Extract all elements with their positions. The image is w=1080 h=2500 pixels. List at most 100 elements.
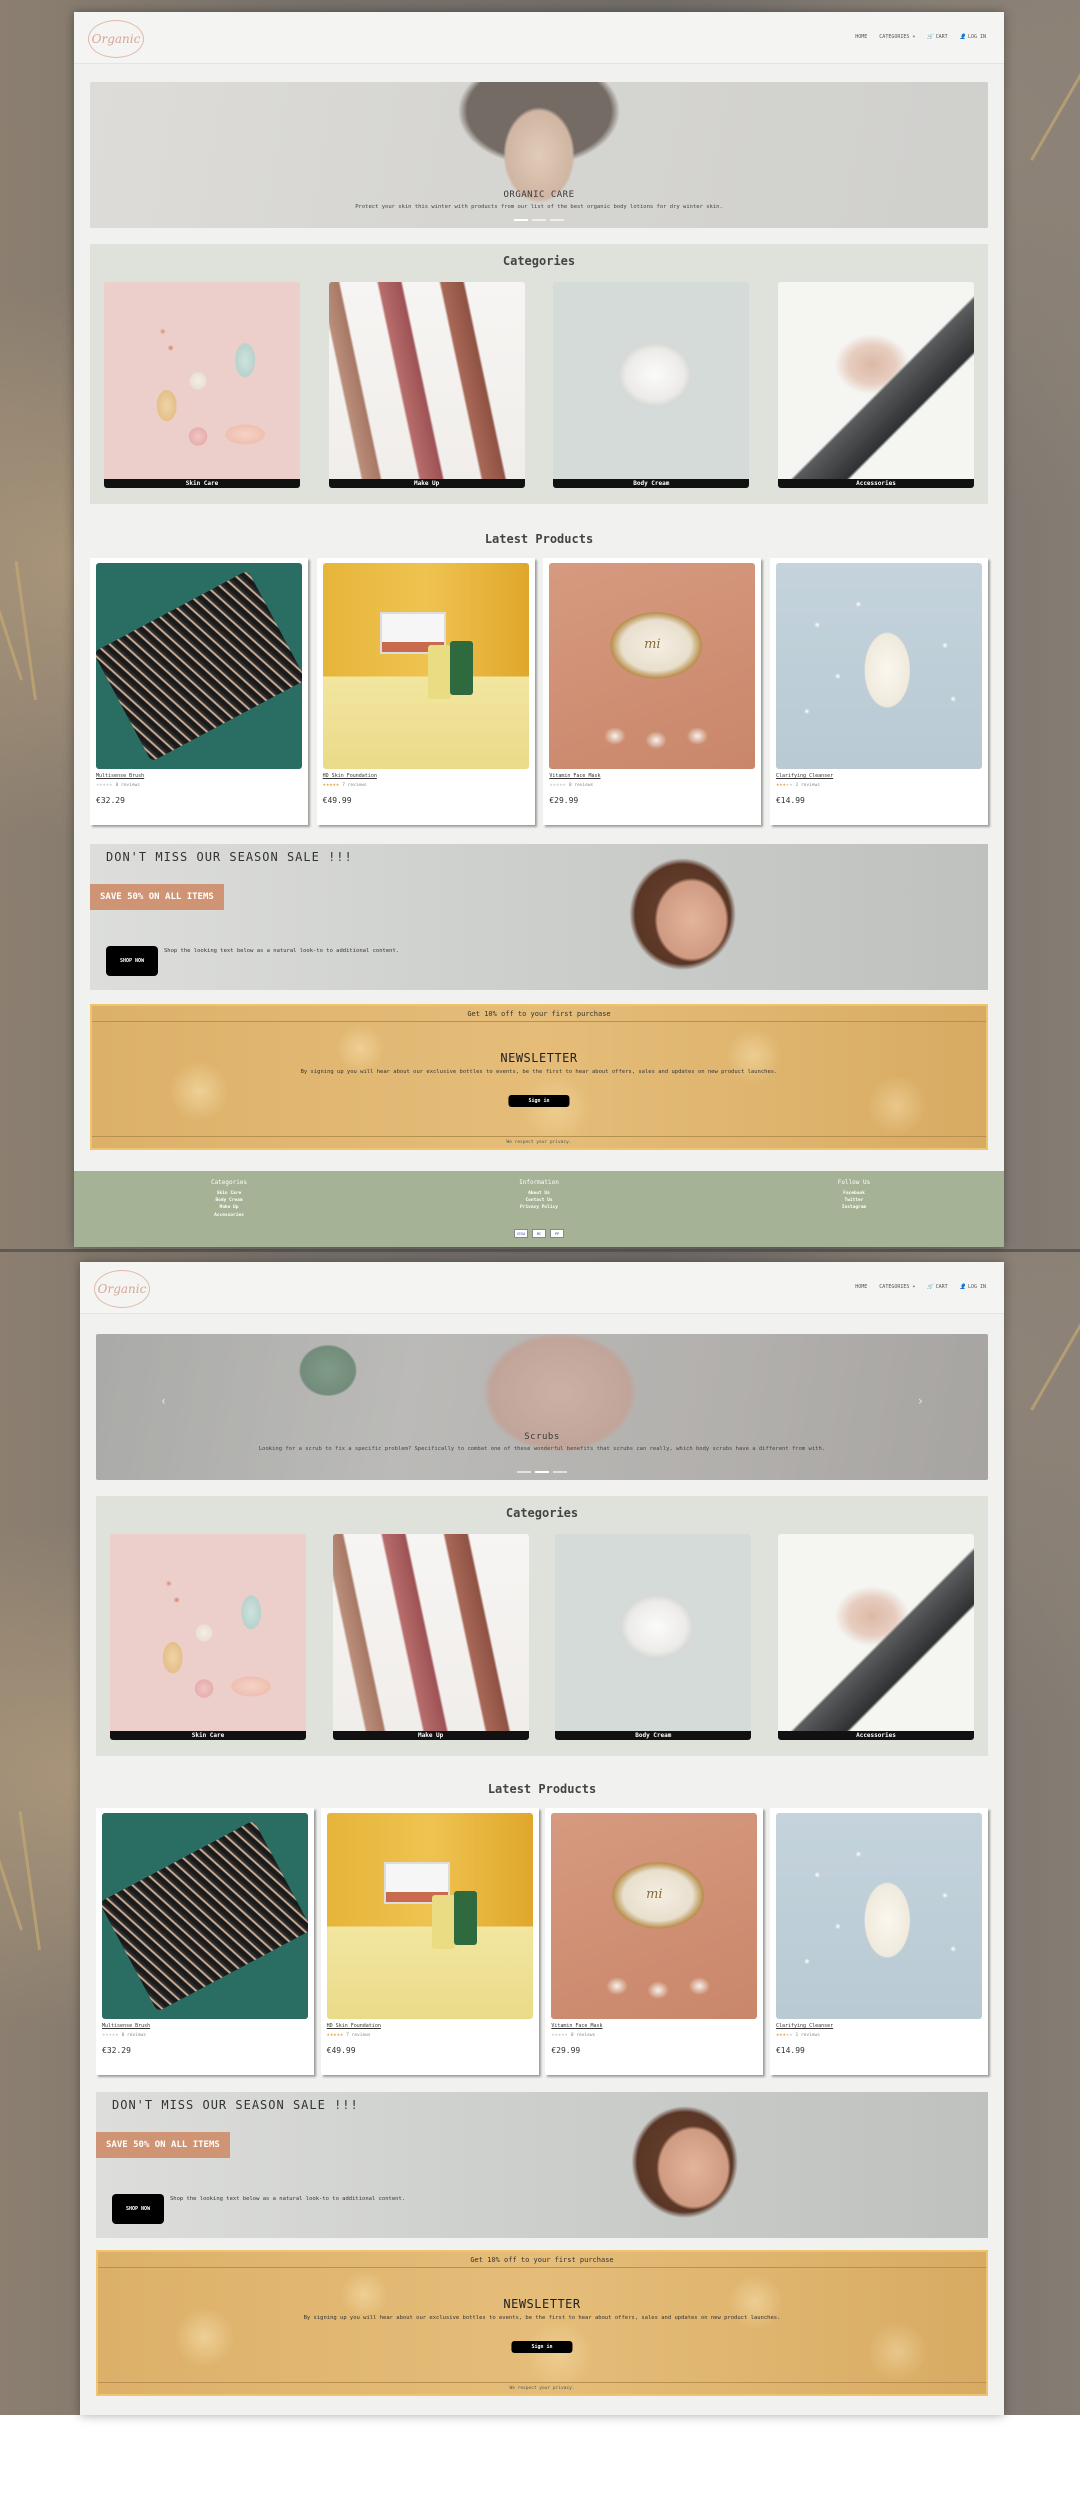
- nav-login[interactable]: 👤 LOG IN: [960, 34, 986, 40]
- product-image[interactable]: [775, 1813, 982, 2019]
- star-icons: ★★★★★: [775, 782, 793, 788]
- category-card-skin-care[interactable]: Skin Care: [104, 282, 300, 488]
- footer-link[interactable]: Accessories: [159, 1212, 299, 1219]
- user-icon: 👤: [959, 34, 966, 40]
- product-name[interactable]: Vitamin Face Mask: [549, 773, 600, 779]
- hero-carousel[interactable]: ‹ › Scrubs Looking for a scrub to fix a …: [96, 1334, 988, 1480]
- bottom-white-area: [0, 2415, 1080, 2500]
- product-card[interactable]: Clarifying Cleanser ★★★★★ 1 reviews €14.9…: [769, 558, 988, 825]
- footer-link[interactable]: Twitter: [784, 1197, 924, 1204]
- nav-categories[interactable]: CATEGORIES ▾: [879, 34, 915, 40]
- category-label: Body Cream: [553, 479, 750, 488]
- category-card-body-cream[interactable]: Body Cream: [553, 282, 750, 488]
- sign-in-button[interactable]: Sign in: [508, 1095, 570, 1107]
- carousel-prev-icon[interactable]: ‹: [160, 1394, 167, 1408]
- category-label: Skin Care: [110, 1731, 306, 1740]
- star-icons: ★★★★★: [102, 2032, 119, 2038]
- product-price: €32.29: [96, 796, 125, 805]
- category-card-accessories[interactable]: Accessories: [777, 282, 974, 488]
- product-image[interactable]: [326, 1813, 533, 2019]
- product-name[interactable]: Multisense Brush: [96, 773, 144, 779]
- shop-now-button[interactable]: SHOP NOW: [112, 2194, 165, 2224]
- category-card-make-up[interactable]: Make Up: [332, 1534, 529, 1740]
- mastercard-icon: MC: [532, 1229, 546, 1238]
- newsletter-text: By signing up you will hear about our ex…: [300, 1069, 778, 1075]
- product-image[interactable]: mi: [551, 1813, 758, 2019]
- product-name[interactable]: Clarifying Cleanser: [776, 2023, 833, 2029]
- product-card[interactable]: mi Vitamin Face Mask ★★★★★ 0 reviews €29.…: [545, 1808, 764, 2075]
- product-price: €32.29: [102, 2046, 131, 2055]
- footer-link[interactable]: About Us: [469, 1190, 609, 1197]
- category-card-make-up[interactable]: Make Up: [328, 282, 525, 488]
- product-name[interactable]: HD Skin Foundation: [327, 2023, 381, 2029]
- product-card[interactable]: mi Vitamin Face Mask ★★★★★ 0 reviews €29.…: [543, 558, 762, 825]
- category-card-skin-care[interactable]: Skin Care: [110, 1534, 306, 1740]
- footer-link[interactable]: Contact Us: [469, 1197, 609, 1204]
- carousel-dot[interactable]: [553, 1471, 567, 1473]
- nav-categories[interactable]: CATEGORIES ▾: [879, 1284, 915, 1290]
- visa-icon: VISA: [514, 1229, 528, 1238]
- categories-grid: Skin Care Make Up Body Cream Accessories: [104, 282, 974, 488]
- product-rating: ★★★★★ 0 reviews: [96, 782, 140, 788]
- product-card[interactable]: HD Skin Foundation ★★★★★ 7 reviews €49.99: [320, 1808, 539, 2075]
- product-card[interactable]: HD Skin Foundation ★★★★★ 7 reviews €49.99: [316, 558, 535, 825]
- product-name[interactable]: Clarifying Cleanser: [776, 773, 833, 779]
- product-image[interactable]: [322, 563, 529, 769]
- carousel-dot[interactable]: [517, 1471, 531, 1473]
- footer-link[interactable]: Body Cream: [159, 1197, 299, 1204]
- footer-link[interactable]: Skin Care: [159, 1190, 299, 1197]
- carousel-dot[interactable]: [550, 219, 564, 221]
- footer-link[interactable]: Make Up: [159, 1204, 299, 1211]
- product-card[interactable]: Multisense Brush ★★★★★ 0 reviews €32.29: [90, 558, 308, 825]
- product-name[interactable]: Multisense Brush: [102, 2023, 150, 2029]
- product-image[interactable]: [102, 1813, 308, 2019]
- products-grid: Multisense Brush ★★★★★ 0 reviews €32.29 H…: [96, 1808, 988, 2075]
- hero-title: Scrubs: [524, 1432, 560, 1442]
- footer-link[interactable]: Privacy Policy: [469, 1204, 609, 1211]
- categories-section: Categories Skin Care Make Up Body Cream …: [96, 1496, 988, 1756]
- carousel-dot[interactable]: [535, 1471, 549, 1473]
- star-icons: ★★★★★: [96, 782, 113, 788]
- sign-in-button[interactable]: Sign in: [511, 2341, 573, 2353]
- site-logo[interactable]: Organic: [88, 20, 144, 58]
- nav-login[interactable]: 👤 LOG IN: [960, 1284, 986, 1290]
- sale-text: Shop the looking text below as a natural…: [164, 948, 400, 954]
- product-image[interactable]: [96, 563, 302, 769]
- product-card[interactable]: Clarifying Cleanser ★★★★★ 1 reviews €14.9…: [769, 1808, 988, 2075]
- product-image[interactable]: [775, 563, 982, 769]
- shop-now-button[interactable]: SHOP NOW: [106, 946, 159, 976]
- product-rating: ★★★★★ 1 reviews: [775, 2032, 820, 2038]
- category-label: Skin Care: [104, 479, 300, 488]
- star-icons: ★★★★★: [551, 2032, 568, 2038]
- nav-cart[interactable]: 🛒 CART: [927, 1284, 947, 1290]
- product-rating: ★★★★★ 0 reviews: [551, 2032, 596, 2038]
- newsletter-section: Get 10% off to your first purchase NEWSL…: [96, 2250, 988, 2396]
- product-name[interactable]: Vitamin Face Mask: [551, 2023, 602, 2029]
- carousel-dot[interactable]: [514, 219, 528, 221]
- newsletter-title: NEWSLETTER: [500, 1051, 578, 1065]
- jar-brand-mark: mi: [646, 1887, 663, 1903]
- season-sale-banner: DON'T MISS OUR SEASON SALE !!! SAVE 50% …: [90, 844, 988, 990]
- category-card-body-cream[interactable]: Body Cream: [555, 1534, 752, 1740]
- product-card[interactable]: Multisense Brush ★★★★★ 0 reviews €32.29: [96, 1808, 314, 2075]
- product-image[interactable]: mi: [549, 563, 756, 769]
- carousel-next-icon[interactable]: ›: [917, 1394, 924, 1408]
- nav-home[interactable]: HOME: [855, 1284, 867, 1290]
- hero-carousel[interactable]: ORGANIC CARE Protect your skin this wint…: [90, 82, 988, 228]
- nav-cart[interactable]: 🛒 CART: [927, 34, 947, 40]
- star-icons: ★★★★★: [322, 782, 340, 788]
- hero-text: Looking for a scrub to fix a specific pr…: [258, 1446, 826, 1452]
- footer-link[interactable]: Instagram: [784, 1204, 924, 1211]
- product-price: €29.99: [549, 796, 579, 805]
- nav-home[interactable]: HOME: [855, 34, 867, 40]
- carousel-dot[interactable]: [532, 219, 546, 221]
- footer-link[interactable]: Facebook: [784, 1190, 924, 1197]
- sale-banner-image: [90, 844, 988, 990]
- user-icon: 👤: [959, 1284, 966, 1290]
- sale-title: DON'T MISS OUR SEASON SALE !!!: [106, 850, 353, 864]
- sale-badge: SAVE 50% ON ALL ITEMS: [96, 2132, 230, 2158]
- sale-text: Shop the looking text below as a natural…: [170, 2196, 406, 2202]
- site-logo[interactable]: Organic: [94, 1270, 150, 1308]
- category-card-accessories[interactable]: Accessories: [777, 1534, 974, 1740]
- product-name[interactable]: HD Skin Foundation: [323, 773, 377, 779]
